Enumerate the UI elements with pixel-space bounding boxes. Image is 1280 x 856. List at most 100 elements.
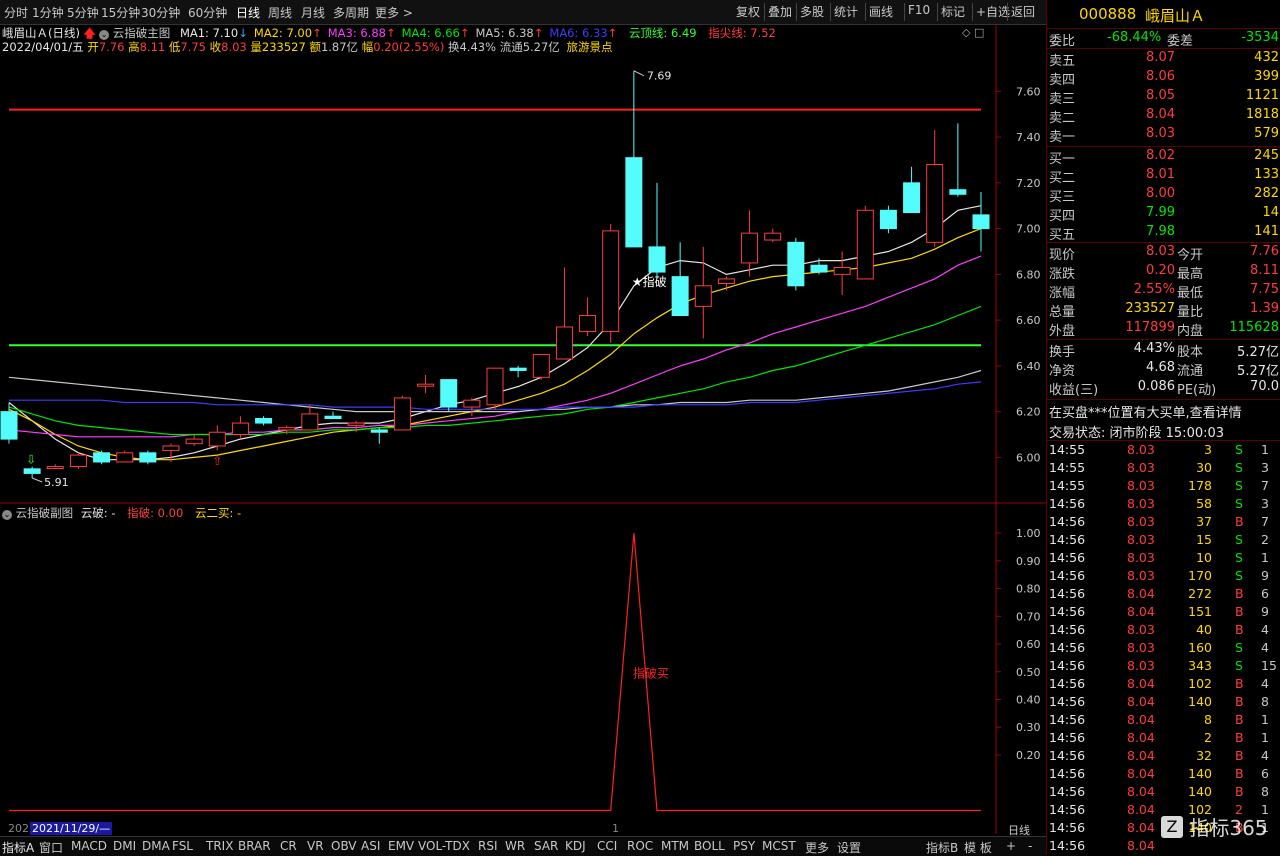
bottom-tab-0[interactable]: 指标A [2, 839, 34, 856]
candle[interactable] [393, 395, 411, 431]
candle[interactable] [903, 166, 921, 214]
bid-row[interactable]: 买三 8.00 282 [1047, 186, 1280, 205]
bottom-tab-23[interactable]: MCST [762, 839, 796, 853]
bottom-right-tab-0[interactable]: 指标B [926, 839, 958, 856]
candle[interactable] [625, 70, 643, 248]
candle[interactable] [555, 267, 573, 360]
candle[interactable] [23, 466, 41, 478]
ask-row[interactable]: 卖三 8.05 1121 [1047, 88, 1280, 107]
candle[interactable] [208, 425, 226, 451]
candle[interactable] [93, 450, 111, 465]
toolbar-button-7[interactable]: +自选 [976, 3, 1010, 20]
bottom-tab-18[interactable]: CCI [597, 839, 617, 853]
toolbar-button-8[interactable]: 返回 [1011, 3, 1035, 20]
bottom-tab-14[interactable]: RSI [478, 839, 498, 853]
bottom-tab-16[interactable]: SAR [534, 839, 558, 853]
toolbar-button-4[interactable]: 画线 [869, 3, 893, 20]
bottom-tab-19[interactable]: ROC [627, 839, 653, 853]
bottom-tab-22[interactable]: PSY [733, 839, 755, 853]
ask-row[interactable]: 卖二 8.04 1818 [1047, 107, 1280, 126]
bottom-tab-13[interactable]: VOL-TDX [418, 839, 470, 853]
ask-row[interactable]: 卖五 8.07 432 [1047, 50, 1280, 69]
candle[interactable] [440, 379, 458, 412]
candle[interactable] [463, 397, 481, 417]
period-2[interactable]: 5分钟 [67, 4, 99, 21]
bid-row[interactable]: 买五 7.98 141 [1047, 224, 1280, 243]
toolbar-button-2[interactable]: 多股 [800, 3, 824, 20]
candle[interactable] [856, 205, 874, 280]
candle[interactable] [116, 450, 134, 463]
candle[interactable] [602, 224, 620, 343]
bottom-tab-2[interactable]: MACD [71, 839, 107, 853]
bottom-tab-17[interactable]: KDJ [565, 839, 586, 853]
candle[interactable] [879, 205, 897, 234]
bottom-tab-12[interactable]: EMV [388, 839, 414, 853]
bottom-tab-6[interactable]: TRIX [206, 839, 233, 853]
candle[interactable] [694, 246, 712, 339]
bottom-tab-20[interactable]: MTM [661, 839, 689, 853]
candle[interactable] [69, 452, 87, 469]
bottom-tab-8[interactable]: CR [280, 839, 297, 853]
bottom-tab-21[interactable]: BOLL [694, 839, 725, 853]
candle[interactable] [486, 367, 504, 410]
toolbar-button-3[interactable]: 统计 [834, 3, 858, 20]
bottom-tab-15[interactable]: WR [505, 839, 525, 853]
candle[interactable] [301, 404, 319, 431]
toolbar-button-5[interactable]: F10 [908, 3, 930, 17]
bottom-tab-9[interactable]: VR [307, 839, 324, 853]
candle[interactable] [579, 297, 597, 337]
ask-row[interactable]: 卖一 8.03 579 [1047, 126, 1280, 145]
candle[interactable] [185, 434, 203, 446]
candle[interactable] [671, 242, 689, 317]
period-6[interactable]: 日线 [236, 4, 260, 21]
candle[interactable] [532, 353, 550, 380]
period-10[interactable]: 更多 > [375, 4, 413, 21]
bottom-tab-11[interactable]: ASI [361, 839, 380, 853]
candle[interactable] [787, 237, 805, 291]
candle[interactable] [926, 130, 944, 247]
candle[interactable] [717, 276, 735, 291]
period-8[interactable]: 月线 [301, 4, 325, 21]
bid-row[interactable]: 买二 8.01 133 [1047, 167, 1280, 186]
bottom-tab-10[interactable]: OBV [331, 839, 357, 853]
bottom-tab-24[interactable]: 更多 [805, 839, 829, 856]
bottom-tab-25[interactable]: 设置 [837, 839, 861, 856]
candle[interactable] [324, 411, 342, 419]
period-7[interactable]: 周线 [268, 4, 292, 21]
period-0[interactable]: 分时 [4, 4, 28, 21]
bid-row[interactable]: 买一 8.02 245 [1047, 148, 1280, 167]
toolbar-button-0[interactable]: 复权 [736, 3, 760, 20]
bottom-tab-4[interactable]: DMA [142, 839, 170, 853]
candle[interactable] [509, 365, 527, 378]
candle[interactable] [231, 416, 249, 440]
period-1[interactable]: 1分钟 [32, 4, 64, 21]
candle[interactable] [833, 251, 851, 295]
sub-indicator-chart[interactable]: 1.00 0.90 0.80 0.70 0.60 0.50 0.40 0.30 0.20 指破买 [0, 504, 1046, 834]
bottom-right-tab-1[interactable]: 模 板 [964, 839, 992, 856]
big-order-notice[interactable]: 在买盘***位置有大买单,查看详情 [1049, 402, 1242, 421]
candle[interactable] [741, 210, 759, 277]
period-9[interactable]: 多周期 [333, 4, 369, 21]
candle[interactable] [648, 182, 666, 279]
candle[interactable] [972, 191, 990, 252]
candle[interactable] [949, 123, 967, 197]
period-3[interactable]: 15分钟 [101, 4, 140, 21]
period-5[interactable]: 60分钟 [188, 4, 227, 21]
candle[interactable] [370, 427, 388, 444]
period-4[interactable]: 30分钟 [141, 4, 180, 21]
candle[interactable] [764, 228, 782, 243]
candle[interactable] [46, 464, 64, 470]
toolbar-button-6[interactable]: 标记 [941, 3, 965, 20]
bottom-tab-3[interactable]: DMI [113, 839, 136, 853]
bottom-tab-5[interactable]: FSL [172, 839, 193, 853]
toolbar-button-1[interactable]: 叠加 [768, 3, 792, 20]
bottom-tab-1[interactable]: 窗口 [39, 839, 63, 856]
bottom-tab-7[interactable]: BRAR [238, 839, 271, 853]
candle[interactable] [417, 375, 435, 394]
ask-row[interactable]: 卖四 8.06 399 [1047, 69, 1280, 88]
bottom-right-tab-3[interactable]: - [1028, 839, 1032, 853]
candle[interactable] [255, 416, 273, 426]
main-candlestick-chart[interactable]: 7.60 7.40 7.20 7.00 6.80 6.60 6.40 6.20 6.00 7.69… [0, 24, 1046, 504]
bottom-right-tab-2[interactable]: + [1006, 839, 1016, 853]
bid-row[interactable]: 买四 7.99 14 [1047, 205, 1280, 224]
